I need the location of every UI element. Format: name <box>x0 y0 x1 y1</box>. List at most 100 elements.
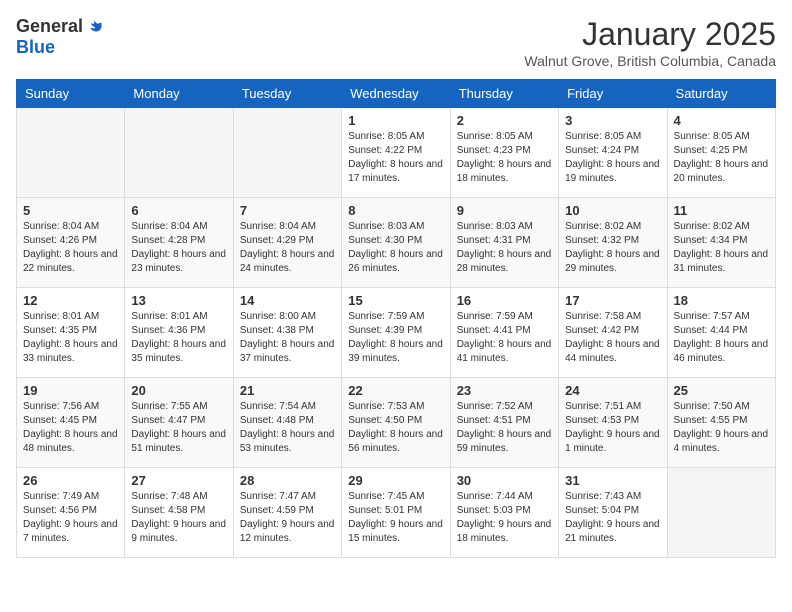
calendar-day-cell: 25 Sunrise: 7:50 AM Sunset: 4:55 PM Dayli… <box>667 378 775 468</box>
day-number: 25 <box>674 383 769 398</box>
day-info: Sunrise: 8:04 AM Sunset: 4:28 PM Dayligh… <box>131 220 226 276</box>
calendar-day-cell: 30 Sunrise: 7:44 AM Sunset: 5:03 PM Dayli… <box>450 468 558 558</box>
day-number: 6 <box>131 203 226 218</box>
day-info: Sunrise: 7:59 AM Sunset: 4:39 PM Dayligh… <box>348 310 443 366</box>
day-info: Sunrise: 8:02 AM Sunset: 4:32 PM Dayligh… <box>565 220 660 276</box>
calendar-day-cell <box>667 468 775 558</box>
calendar-day-cell: 8 Sunrise: 8:03 AM Sunset: 4:30 PM Daylig… <box>342 198 450 288</box>
day-number: 23 <box>457 383 552 398</box>
day-info: Sunrise: 7:50 AM Sunset: 4:55 PM Dayligh… <box>674 400 769 456</box>
day-number: 11 <box>674 203 769 218</box>
calendar-day-cell: 15 Sunrise: 7:59 AM Sunset: 4:39 PM Dayli… <box>342 288 450 378</box>
day-info: Sunrise: 7:57 AM Sunset: 4:44 PM Dayligh… <box>674 310 769 366</box>
calendar-day-cell: 9 Sunrise: 8:03 AM Sunset: 4:31 PM Daylig… <box>450 198 558 288</box>
day-number: 4 <box>674 113 769 128</box>
day-number: 9 <box>457 203 552 218</box>
calendar-day-cell: 3Sunrise: 8:05 AM Sunset: 4:24 PM Daylig… <box>559 108 667 198</box>
calendar-day-cell <box>17 108 125 198</box>
day-info: Sunrise: 7:59 AM Sunset: 4:41 PM Dayligh… <box>457 310 552 366</box>
logo-general-text: General <box>16 16 83 37</box>
day-info: Sunrise: 7:56 AM Sunset: 4:45 PM Dayligh… <box>23 400 118 456</box>
day-info: Sunrise: 8:03 AM Sunset: 4:30 PM Dayligh… <box>348 220 443 276</box>
day-number: 22 <box>348 383 443 398</box>
title-block: January 2025 Walnut Grove, British Colum… <box>524 16 776 69</box>
day-info: Sunrise: 8:05 AM Sunset: 4:25 PM Dayligh… <box>674 130 769 186</box>
page-header: General Blue January 2025 Walnut Grove, … <box>16 16 776 69</box>
day-info: Sunrise: 8:05 AM Sunset: 4:23 PM Dayligh… <box>457 130 552 186</box>
calendar-day-cell: 20Sunrise: 7:55 AM Sunset: 4:47 PM Dayli… <box>125 378 233 468</box>
calendar-day-cell: 4 Sunrise: 8:05 AM Sunset: 4:25 PM Daylig… <box>667 108 775 198</box>
day-number: 26 <box>23 473 118 488</box>
day-number: 8 <box>348 203 443 218</box>
calendar-week-row: 26 Sunrise: 7:49 AM Sunset: 4:56 PM Dayli… <box>17 468 776 558</box>
day-number: 2 <box>457 113 552 128</box>
calendar-day-cell: 13Sunrise: 8:01 AM Sunset: 4:36 PM Dayli… <box>125 288 233 378</box>
day-number: 28 <box>240 473 335 488</box>
calendar-day-cell: 26 Sunrise: 7:49 AM Sunset: 4:56 PM Dayli… <box>17 468 125 558</box>
day-number: 16 <box>457 293 552 308</box>
day-info: Sunrise: 7:47 AM Sunset: 4:59 PM Dayligh… <box>240 490 335 546</box>
day-info: Sunrise: 8:00 AM Sunset: 4:38 PM Dayligh… <box>240 310 335 366</box>
logo-bird-icon <box>85 18 103 36</box>
day-number: 21 <box>240 383 335 398</box>
day-number: 7 <box>240 203 335 218</box>
calendar-day-cell: 29Sunrise: 7:45 AM Sunset: 5:01 PM Dayli… <box>342 468 450 558</box>
calendar-day-cell: 21 Sunrise: 7:54 AM Sunset: 4:48 PM Dayli… <box>233 378 341 468</box>
month-title: January 2025 <box>524 16 776 53</box>
calendar-day-cell: 6 Sunrise: 8:04 AM Sunset: 4:28 PM Daylig… <box>125 198 233 288</box>
day-info: Sunrise: 7:55 AM Sunset: 4:47 PM Dayligh… <box>131 400 226 456</box>
calendar-table: SundayMondayTuesdayWednesdayThursdayFrid… <box>16 79 776 558</box>
day-info: Sunrise: 8:02 AM Sunset: 4:34 PM Dayligh… <box>674 220 769 276</box>
calendar-day-cell: 5 Sunrise: 8:04 AM Sunset: 4:26 PM Daylig… <box>17 198 125 288</box>
calendar-day-cell: 1 Sunrise: 8:05 AM Sunset: 4:22 PM Daylig… <box>342 108 450 198</box>
day-number: 27 <box>131 473 226 488</box>
day-info: Sunrise: 7:43 AM Sunset: 5:04 PM Dayligh… <box>565 490 660 546</box>
day-number: 5 <box>23 203 118 218</box>
day-number: 29 <box>348 473 443 488</box>
day-info: Sunrise: 7:48 AM Sunset: 4:58 PM Dayligh… <box>131 490 226 546</box>
day-of-week-header: Friday <box>559 80 667 108</box>
calendar-day-cell: 17 Sunrise: 7:58 AM Sunset: 4:42 PM Dayli… <box>559 288 667 378</box>
day-info: Sunrise: 8:01 AM Sunset: 4:35 PM Dayligh… <box>23 310 118 366</box>
calendar-day-cell: 12 Sunrise: 8:01 AM Sunset: 4:35 PM Dayli… <box>17 288 125 378</box>
day-number: 13 <box>131 293 226 308</box>
day-of-week-header: Saturday <box>667 80 775 108</box>
day-info: Sunrise: 7:44 AM Sunset: 5:03 PM Dayligh… <box>457 490 552 546</box>
day-info: Sunrise: 7:49 AM Sunset: 4:56 PM Dayligh… <box>23 490 118 546</box>
day-of-week-header: Thursday <box>450 80 558 108</box>
logo-blue-text: Blue <box>16 37 55 58</box>
day-number: 18 <box>674 293 769 308</box>
calendar-day-cell: 28 Sunrise: 7:47 AM Sunset: 4:59 PM Dayli… <box>233 468 341 558</box>
day-of-week-header: Monday <box>125 80 233 108</box>
day-number: 12 <box>23 293 118 308</box>
day-info: Sunrise: 7:52 AM Sunset: 4:51 PM Dayligh… <box>457 400 552 456</box>
day-info: Sunrise: 8:03 AM Sunset: 4:31 PM Dayligh… <box>457 220 552 276</box>
calendar-day-cell: 14Sunrise: 8:00 AM Sunset: 4:38 PM Dayli… <box>233 288 341 378</box>
day-number: 19 <box>23 383 118 398</box>
day-info: Sunrise: 8:04 AM Sunset: 4:29 PM Dayligh… <box>240 220 335 276</box>
day-number: 1 <box>348 113 443 128</box>
calendar-day-cell: 22Sunrise: 7:53 AM Sunset: 4:50 PM Dayli… <box>342 378 450 468</box>
day-info: Sunrise: 8:04 AM Sunset: 4:26 PM Dayligh… <box>23 220 118 276</box>
calendar-week-row: 12 Sunrise: 8:01 AM Sunset: 4:35 PM Dayli… <box>17 288 776 378</box>
day-info: Sunrise: 7:51 AM Sunset: 4:53 PM Dayligh… <box>565 400 660 456</box>
calendar-day-cell: 18 Sunrise: 7:57 AM Sunset: 4:44 PM Dayli… <box>667 288 775 378</box>
calendar-day-cell: 23 Sunrise: 7:52 AM Sunset: 4:51 PM Dayli… <box>450 378 558 468</box>
calendar-day-cell: 2 Sunrise: 8:05 AM Sunset: 4:23 PM Daylig… <box>450 108 558 198</box>
day-number: 17 <box>565 293 660 308</box>
calendar-week-row: 1 Sunrise: 8:05 AM Sunset: 4:22 PM Daylig… <box>17 108 776 198</box>
day-number: 3 <box>565 113 660 128</box>
calendar-day-cell: 11 Sunrise: 8:02 AM Sunset: 4:34 PM Dayli… <box>667 198 775 288</box>
day-of-week-header: Sunday <box>17 80 125 108</box>
day-number: 24 <box>565 383 660 398</box>
day-info: Sunrise: 7:58 AM Sunset: 4:42 PM Dayligh… <box>565 310 660 366</box>
calendar-week-row: 19 Sunrise: 7:56 AM Sunset: 4:45 PM Dayli… <box>17 378 776 468</box>
calendar-week-row: 5 Sunrise: 8:04 AM Sunset: 4:26 PM Daylig… <box>17 198 776 288</box>
day-info: Sunrise: 7:54 AM Sunset: 4:48 PM Dayligh… <box>240 400 335 456</box>
calendar-day-cell: 10 Sunrise: 8:02 AM Sunset: 4:32 PM Dayli… <box>559 198 667 288</box>
day-number: 30 <box>457 473 552 488</box>
day-info: Sunrise: 8:05 AM Sunset: 4:22 PM Dayligh… <box>348 130 443 186</box>
day-number: 10 <box>565 203 660 218</box>
day-number: 15 <box>348 293 443 308</box>
calendar-header-row: SundayMondayTuesdayWednesdayThursdayFrid… <box>17 80 776 108</box>
